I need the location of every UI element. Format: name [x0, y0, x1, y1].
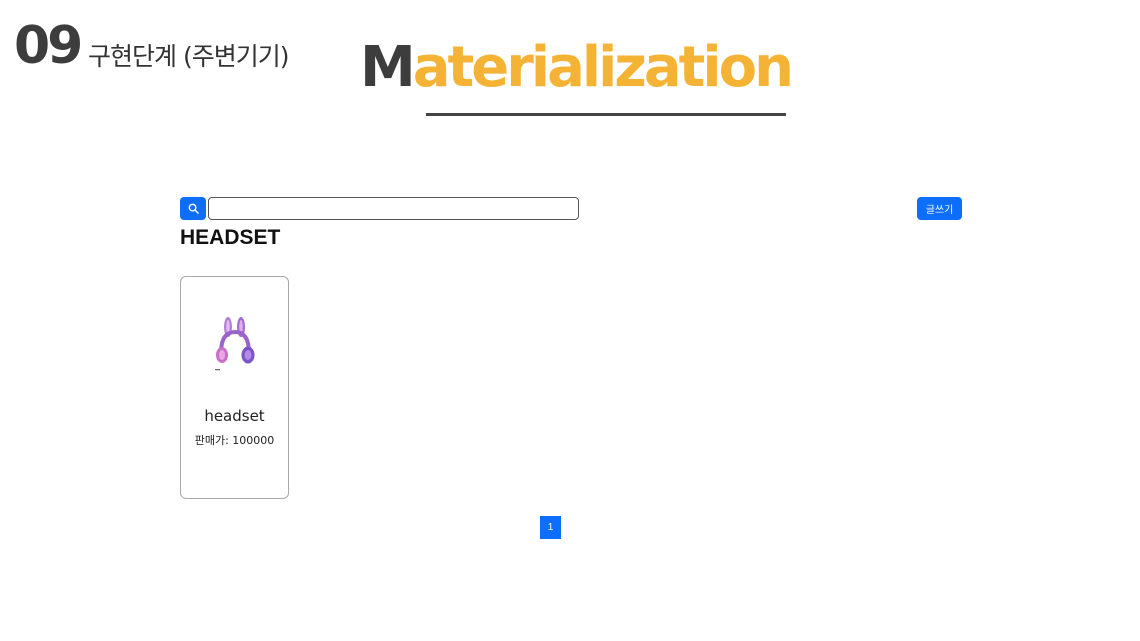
search-input[interactable]: [208, 197, 579, 220]
search-icon: [188, 203, 199, 214]
headset-image[interactable]: [213, 315, 257, 373]
product-name[interactable]: headset: [181, 407, 288, 425]
title-first-letter: M: [360, 35, 416, 100]
slide-subtitle: 구현단계 (주변기기): [88, 42, 289, 71]
title-underline: [426, 113, 786, 116]
write-button[interactable]: 글쓰기: [917, 197, 962, 220]
search-button[interactable]: [180, 197, 206, 220]
product-price: 판매가: 100000: [194, 434, 275, 447]
pagination-page-1[interactable]: 1: [540, 516, 561, 539]
category-title: HEADSET: [180, 226, 281, 249]
slide-number: 09: [14, 16, 83, 76]
title-rest: aterialization: [412, 35, 794, 100]
product-card[interactable]: headset 판매가: 100000: [180, 276, 289, 499]
page-title: Materialization: [360, 40, 794, 96]
